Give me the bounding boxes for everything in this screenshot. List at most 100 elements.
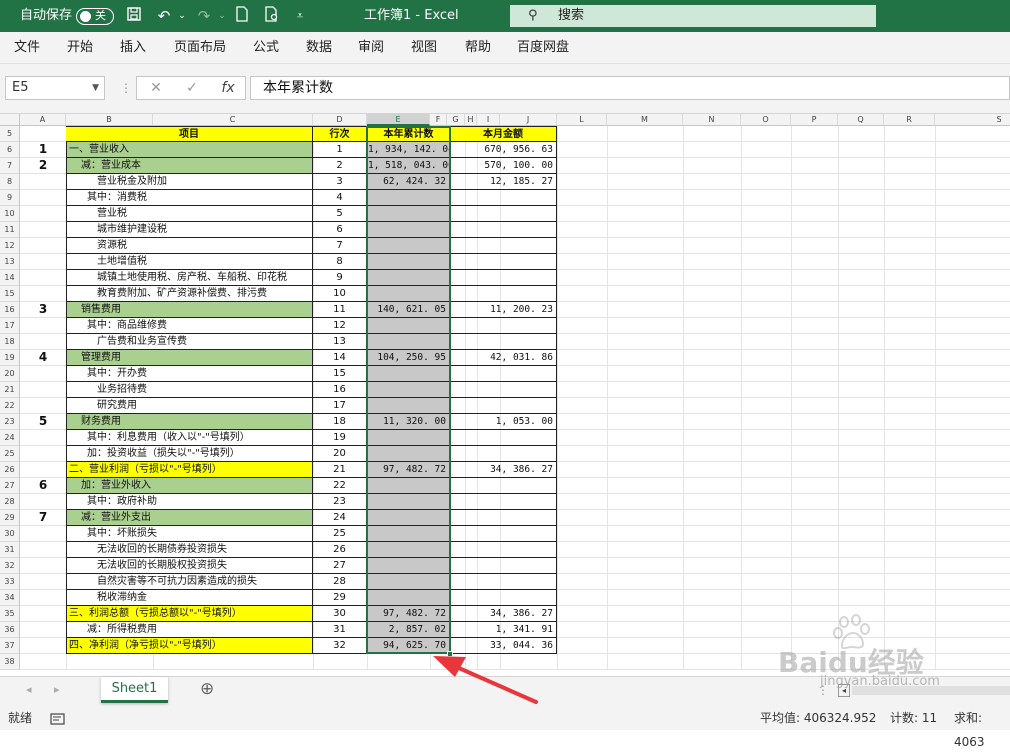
month-cell[interactable]: 34, 386. 27: [450, 462, 557, 478]
ytd-cell[interactable]: [367, 334, 450, 350]
row-header-32[interactable]: 32: [0, 558, 20, 574]
item-cell[interactable]: 业务招待费: [66, 382, 313, 398]
name-box[interactable]: E5 ▼: [5, 76, 105, 100]
menu-review[interactable]: 审阅: [358, 32, 384, 64]
customize-qat-icon[interactable]: ⩡: [290, 6, 310, 26]
month-cell[interactable]: [450, 590, 557, 606]
column-header-l[interactable]: L: [557, 114, 607, 126]
ytd-cell[interactable]: [367, 286, 450, 302]
item-cell[interactable]: 无法收回的长期债券投资损失: [66, 542, 313, 558]
column-header-i[interactable]: I: [477, 114, 500, 126]
item-cell[interactable]: 其中：消费税: [66, 190, 313, 206]
header-line-no[interactable]: 行次: [313, 126, 367, 142]
header-month[interactable]: 本月金额: [450, 126, 557, 142]
chevron-down-icon[interactable]: ▼: [92, 77, 99, 99]
line-no-cell[interactable]: 15: [313, 366, 367, 382]
item-cell[interactable]: 自然灾害等不可抗力因素造成的损失: [66, 574, 313, 590]
month-cell[interactable]: 42, 031. 86: [450, 350, 557, 366]
row-header-21[interactable]: 21: [0, 382, 20, 398]
row-header-18[interactable]: 18: [0, 334, 20, 350]
row-header-9[interactable]: 9: [0, 190, 20, 206]
line-no-cell[interactable]: 9: [313, 270, 367, 286]
item-cell[interactable]: 管理费用: [66, 350, 313, 366]
row-header-12[interactable]: 12: [0, 238, 20, 254]
tab-split-handle-icon[interactable]: ⋮: [817, 683, 829, 697]
horizontal-scrollbar[interactable]: [852, 686, 1010, 695]
line-no-cell[interactable]: 6: [313, 222, 367, 238]
month-cell[interactable]: [450, 318, 557, 334]
item-cell[interactable]: 减：所得税费用: [66, 622, 313, 638]
ytd-cell[interactable]: [367, 590, 450, 606]
row-header-27[interactable]: 27: [0, 478, 20, 494]
line-no-cell[interactable]: 13: [313, 334, 367, 350]
row-header-8[interactable]: 8: [0, 174, 20, 190]
row-header-5[interactable]: 5: [0, 126, 20, 142]
ytd-cell[interactable]: [367, 558, 450, 574]
line-no-cell[interactable]: 23: [313, 494, 367, 510]
line-no-cell[interactable]: 8: [313, 254, 367, 270]
column-header-m[interactable]: M: [607, 114, 683, 126]
ytd-cell[interactable]: [367, 398, 450, 414]
menu-formulas[interactable]: 公式: [253, 32, 279, 64]
line-no-cell[interactable]: 25: [313, 526, 367, 542]
ytd-cell[interactable]: [367, 222, 450, 238]
line-no-cell[interactable]: 31: [313, 622, 367, 638]
column-header-o[interactable]: O: [741, 114, 791, 126]
item-cell[interactable]: 营业税金及附加: [66, 174, 313, 190]
month-cell[interactable]: [450, 446, 557, 462]
item-cell[interactable]: 土地增值税: [66, 254, 313, 270]
month-cell[interactable]: 34, 386. 27: [450, 606, 557, 622]
month-cell[interactable]: [450, 574, 557, 590]
menu-baidu-netdisk[interactable]: 百度网盘: [517, 32, 569, 64]
row-header-31[interactable]: 31: [0, 542, 20, 558]
ytd-cell[interactable]: [367, 270, 450, 286]
ytd-cell[interactable]: 140, 621. 05: [367, 302, 450, 318]
line-no-cell[interactable]: 14: [313, 350, 367, 366]
line-no-cell[interactable]: 5: [313, 206, 367, 222]
sheet-tab-sheet1[interactable]: Sheet1: [101, 677, 168, 703]
column-header-r[interactable]: R: [884, 114, 935, 126]
row-header-36[interactable]: 36: [0, 622, 20, 638]
insert-function-icon[interactable]: fx: [214, 76, 242, 100]
ytd-cell[interactable]: [367, 238, 450, 254]
ytd-cell[interactable]: 1, 934, 142. 04: [367, 142, 450, 158]
month-cell[interactable]: [450, 366, 557, 382]
cancel-icon[interactable]: ✕: [142, 76, 170, 100]
menu-page-layout[interactable]: 页面布局: [174, 32, 226, 64]
row-header-38[interactable]: 38: [0, 654, 20, 670]
line-no-cell[interactable]: 22: [313, 478, 367, 494]
row-header-34[interactable]: 34: [0, 590, 20, 606]
item-cell[interactable]: 二、营业利润（亏损以"-"号填列）: [66, 462, 313, 478]
row-header-24[interactable]: 24: [0, 430, 20, 446]
row-header-22[interactable]: 22: [0, 398, 20, 414]
menu-file[interactable]: 文件: [14, 32, 40, 64]
autosave-toggle[interactable]: 关: [76, 8, 114, 25]
ytd-cell[interactable]: 94, 625. 70: [367, 638, 450, 654]
item-cell[interactable]: 城市维护建设税: [66, 222, 313, 238]
redo-icon[interactable]: ↷: [194, 6, 214, 26]
formula-input[interactable]: 本年累计数: [250, 76, 1010, 100]
month-cell[interactable]: 1, 053. 00: [450, 414, 557, 430]
line-no-cell[interactable]: 26: [313, 542, 367, 558]
search-box[interactable]: ⚲ 搜索: [510, 5, 876, 27]
column-header-e[interactable]: E: [367, 114, 430, 126]
line-no-cell[interactable]: 10: [313, 286, 367, 302]
month-cell[interactable]: [450, 382, 557, 398]
month-cell[interactable]: [450, 222, 557, 238]
worksheet-grid[interactable]: A B C D E F G H I J L M N O P Q R S 5 项目 行次 本年累计数 本月金额 6 1 一、营业收入…: [0, 114, 1010, 676]
item-cell[interactable]: 四、净利润（净亏损以"-"号填列）: [66, 638, 313, 654]
ytd-cell[interactable]: 11, 320. 00: [367, 414, 450, 430]
row-header-6[interactable]: 6: [0, 142, 20, 158]
row-header-16[interactable]: 16: [0, 302, 20, 318]
column-header-j[interactable]: J: [500, 114, 557, 126]
month-cell[interactable]: [450, 206, 557, 222]
item-cell[interactable]: 其中：利息费用（收入以"-"号填列）: [66, 430, 313, 446]
hscroll-left-icon[interactable]: ◂: [838, 684, 850, 697]
month-cell[interactable]: 11, 200. 23: [450, 302, 557, 318]
ytd-cell[interactable]: 2, 857. 02: [367, 622, 450, 638]
row-header-37[interactable]: 37: [0, 638, 20, 654]
fill-handle[interactable]: [447, 651, 453, 657]
row-header-20[interactable]: 20: [0, 366, 20, 382]
line-no-cell[interactable]: 3: [313, 174, 367, 190]
scroll-right-icon[interactable]: ▸: [54, 683, 60, 696]
